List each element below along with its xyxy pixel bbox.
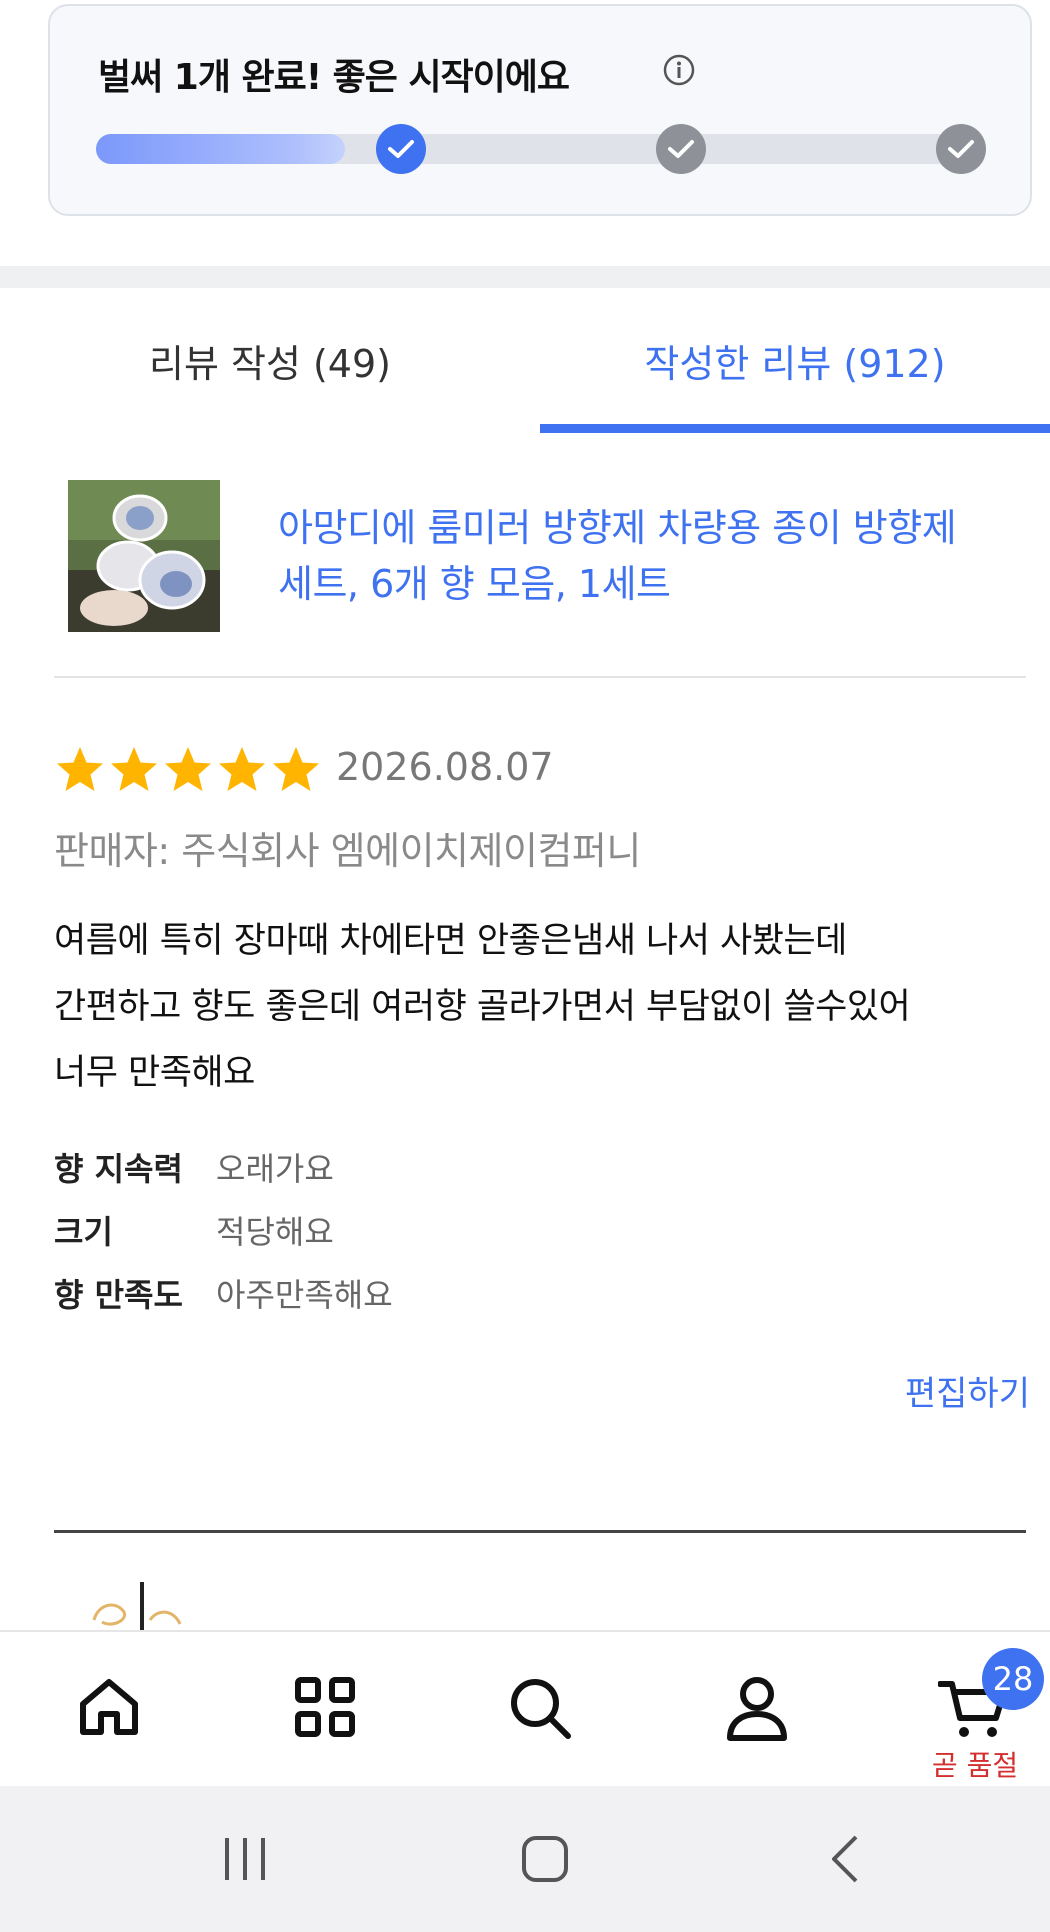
tab-write-review[interactable]: 리뷰 작성 (49)	[0, 290, 540, 430]
active-tab-indicator	[540, 424, 1050, 433]
nav-my-page[interactable]	[652, 1632, 862, 1788]
progress-fill	[96, 134, 345, 164]
bottom-navigation	[0, 1630, 1050, 1786]
recent-apps-icon	[225, 1838, 265, 1880]
star-icon	[57, 747, 103, 791]
next-product-image[interactable]	[88, 1580, 198, 1632]
edit-review-button[interactable]: 편집하기	[905, 1366, 1030, 1415]
nav-home[interactable]	[4, 1632, 214, 1788]
progress-step-2	[656, 124, 706, 174]
back-icon	[832, 1835, 858, 1883]
system-navigation-bar	[0, 1786, 1050, 1932]
star-icon	[111, 747, 157, 791]
attribute-value: 아주만족해요	[216, 1276, 393, 1314]
review-attribute-row: 향 만족도 아주만족해요	[54, 1270, 393, 1316]
check-icon	[388, 140, 414, 158]
progress-card: 벌써 1개 완료! 좋은 시작이에요	[48, 4, 1032, 216]
attribute-key: 크기	[54, 1213, 113, 1251]
product-image[interactable]	[68, 480, 220, 632]
seller-name: 판매자: 주식회사 엠에이치제이컴퍼니	[54, 829, 641, 873]
divider	[54, 676, 1026, 678]
review-text: 여름에 특히 장마때 차에타면 안좋은냄새 나서 사봤는데 간편하고 향도 좋은…	[54, 908, 1014, 1106]
attribute-value: 오래가요	[216, 1150, 334, 1188]
section-separator	[0, 266, 1050, 288]
review-attribute-row: 크기 적당해요	[54, 1207, 334, 1253]
progress-title: 벌써 1개 완료! 좋은 시작이에요	[98, 57, 570, 98]
back-button[interactable]	[790, 1786, 900, 1932]
review-attribute-row: 향 지속력 오래가요	[54, 1144, 334, 1190]
review-text-line: 여름에 특히 장마때 차에타면 안좋은냄새 나서 사봤는데	[54, 921, 847, 961]
home-button-icon	[522, 1836, 568, 1882]
star-rating	[54, 745, 322, 795]
user-icon	[727, 1677, 787, 1741]
info-icon[interactable]	[662, 53, 696, 87]
cart-soldout-note: 곧 품절	[931, 1749, 1019, 1782]
nav-category[interactable]	[220, 1632, 430, 1788]
review-date: 2026.08.07	[336, 745, 554, 789]
star-icon	[165, 747, 211, 791]
attribute-key: 향 만족도	[54, 1276, 183, 1314]
category-grid-icon	[295, 1677, 355, 1737]
review-text-line: 간편하고 향도 좋은데 여러향 골라가면서 부담없이 쓸수있어	[54, 987, 911, 1027]
attribute-key: 향 지속력	[54, 1150, 183, 1188]
check-icon	[948, 140, 974, 158]
star-icon	[219, 747, 265, 791]
recent-apps-button[interactable]	[190, 1786, 300, 1932]
progress-step-3	[936, 124, 986, 174]
star-icon	[273, 747, 319, 791]
check-icon	[668, 140, 694, 158]
tab-written-reviews[interactable]: 작성한 리뷰 (912)	[540, 290, 1050, 430]
review-text-line: 너무 만족해요	[54, 1053, 255, 1093]
product-name-link[interactable]: 아망디에 룸미러 방향제 차량용 종이 방향제 세트, 6개 향 모음, 1세트	[278, 500, 998, 612]
system-home-button[interactable]	[490, 1786, 600, 1932]
nav-search[interactable]	[436, 1632, 646, 1788]
progress-step-1	[376, 124, 426, 174]
attribute-value: 적당해요	[216, 1213, 334, 1251]
progress-track	[96, 134, 986, 164]
search-icon	[511, 1679, 571, 1739]
home-icon	[80, 1679, 138, 1735]
cart-count-badge: 28	[982, 1648, 1044, 1710]
review-divider	[54, 1530, 1026, 1533]
